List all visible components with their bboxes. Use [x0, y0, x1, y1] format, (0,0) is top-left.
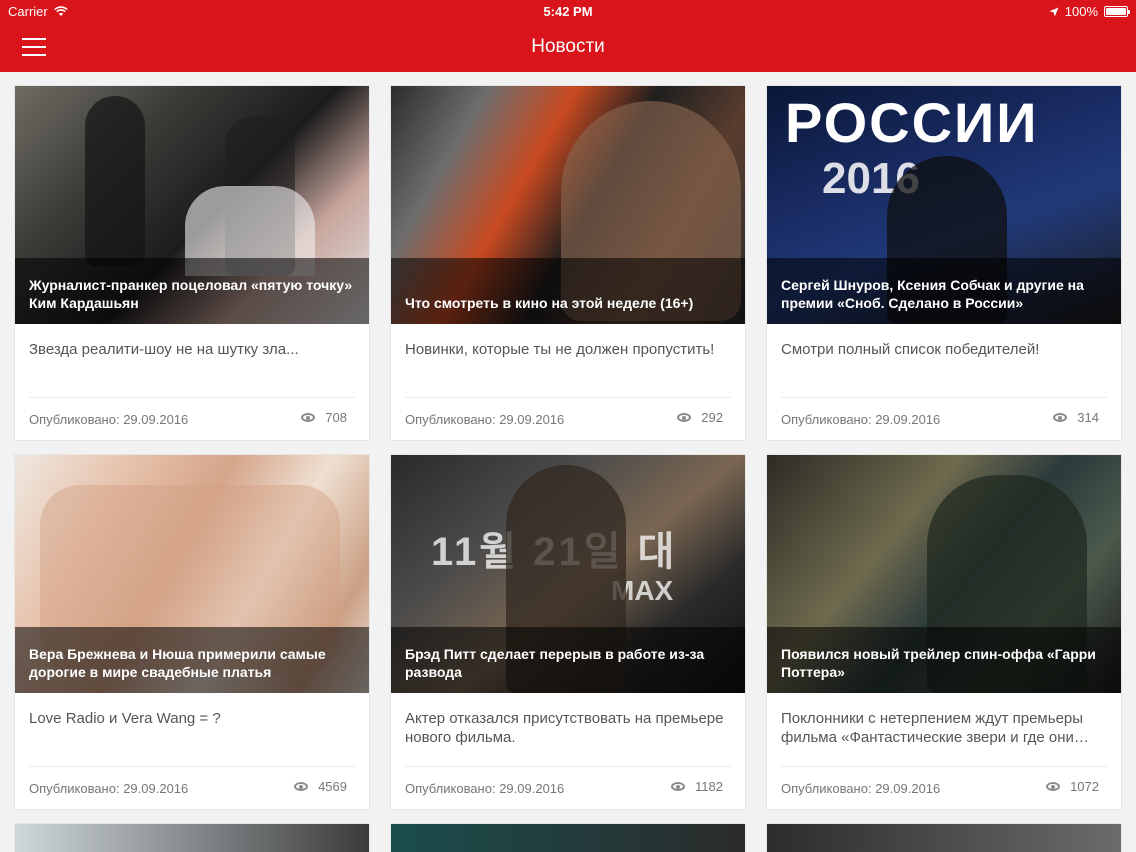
views-count: 292 — [701, 410, 723, 425]
news-card-image — [767, 824, 1121, 852]
card-divider — [781, 397, 1107, 398]
news-card-description: Поклонники с нетерпением ждут премьеры ф… — [781, 710, 1089, 746]
news-card-views: 4569 — [294, 779, 347, 794]
news-card-description: Смотри полный список победителей! — [781, 341, 1040, 358]
news-card-image: Вера Брежнева и Нюша примерили самые дор… — [15, 455, 369, 693]
news-card-views: 1072 — [1046, 779, 1099, 794]
battery-percent: 100% — [1064, 4, 1098, 19]
news-card-date: Опубликовано: 29.09.2016 — [405, 412, 565, 427]
news-card-partial[interactable] — [766, 823, 1122, 852]
views-count: 1182 — [695, 779, 723, 794]
news-card-partial[interactable] — [14, 823, 370, 852]
card-divider — [405, 397, 731, 398]
image-text-line: РОССИИ — [785, 91, 1039, 154]
card-divider — [781, 766, 1107, 767]
status-bar: Carrier 5:42 PM 100% — [0, 0, 1136, 24]
news-card-image — [391, 824, 745, 852]
card-divider — [405, 766, 731, 767]
news-card-description: Звезда реалити-шоу не на шутку зла... — [29, 341, 299, 358]
eye-icon — [1046, 782, 1061, 791]
headline-overlay — [391, 258, 745, 324]
views-count: 4569 — [318, 779, 347, 794]
status-right: 100% — [1049, 4, 1130, 19]
battery-icon — [1104, 6, 1130, 17]
news-card[interactable]: Что смотреть в кино на этой неделе (16+)… — [390, 85, 746, 441]
news-card-date: Опубликовано: 29.09.2016 — [405, 781, 565, 796]
nav-bar: Новости — [0, 24, 1136, 72]
news-card-partial[interactable] — [390, 823, 746, 852]
news-card-image: РОССИИ 2016 Сергей Шнуров, Ксения Собчак… — [767, 86, 1121, 324]
news-card-headline: Появился новый трейлер спин-оффа «Гарри … — [781, 646, 1096, 680]
location-arrow-icon — [1049, 7, 1059, 16]
eye-icon — [677, 413, 692, 422]
news-card-headline: Брэд Питт сделает перерыв в работе из-за… — [405, 646, 705, 680]
eye-icon — [301, 413, 316, 422]
news-card-date: Опубликовано: 29.09.2016 — [781, 412, 941, 427]
news-card-headline: Журналист-пранкер поцеловал «пятую точку… — [29, 277, 353, 311]
views-count: 1072 — [1070, 779, 1099, 794]
news-card-description: Новинки, которые ты не должен пропустить… — [405, 341, 715, 358]
news-card-views: 1182 — [671, 779, 723, 794]
news-card-headline: Что смотреть в кино на этой неделе (16+) — [405, 295, 694, 311]
news-card-date: Опубликовано: 29.09.2016 — [29, 412, 189, 427]
news-card-image: 11월 21일 대 MAX Брэд Питт сделает перерыв … — [391, 455, 745, 693]
news-card-date: Опубликовано: 29.09.2016 — [781, 781, 941, 796]
views-count: 314 — [1077, 410, 1099, 425]
news-card-headline: Вера Брежнева и Нюша примерили самые дор… — [29, 646, 326, 680]
news-card[interactable]: 11월 21일 대 MAX Брэд Питт сделает перерыв … — [390, 454, 746, 810]
news-card-date: Опубликовано: 29.09.2016 — [29, 781, 189, 796]
card-divider — [29, 766, 355, 767]
page-title: Новости — [531, 36, 605, 57]
views-count: 708 — [325, 410, 347, 425]
news-card-image — [15, 824, 369, 852]
news-card-views: 314 — [1053, 410, 1099, 425]
news-card[interactable]: Журналист-пранкер поцеловал «пятую точку… — [14, 85, 370, 441]
news-card-views: 708 — [301, 410, 347, 425]
news-card-image: Что смотреть в кино на этой неделе (16+) — [391, 86, 745, 324]
eye-icon — [294, 782, 309, 791]
news-card[interactable]: Вера Брежнева и Нюша примерили самые дор… — [14, 454, 370, 810]
app-root: Carrier 5:42 PM 100% Новости Журналист-п… — [0, 0, 1136, 852]
card-divider — [29, 397, 355, 398]
news-card[interactable]: Появился новый трейлер спин-оффа «Гарри … — [766, 454, 1122, 810]
eye-icon — [1053, 413, 1068, 422]
status-time: 5:42 PM — [543, 4, 593, 19]
news-card-image: Журналист-пранкер поцеловал «пятую точку… — [15, 86, 369, 324]
news-grid: Журналист-пранкер поцеловал «пятую точку… — [0, 72, 1136, 852]
news-card-description: Love Radio и Vera Wang = ? — [29, 710, 221, 727]
news-card-headline: Сергей Шнуров, Ксения Собчак и другие на… — [781, 277, 1084, 311]
news-card-image: Появился новый трейлер спин-оффа «Гарри … — [767, 455, 1121, 693]
news-card[interactable]: РОССИИ 2016 Сергей Шнуров, Ксения Собчак… — [766, 85, 1122, 441]
eye-icon — [671, 782, 686, 791]
news-card-description: Актер отказался присутствовать на премье… — [405, 710, 724, 746]
news-card-views: 292 — [677, 410, 723, 425]
